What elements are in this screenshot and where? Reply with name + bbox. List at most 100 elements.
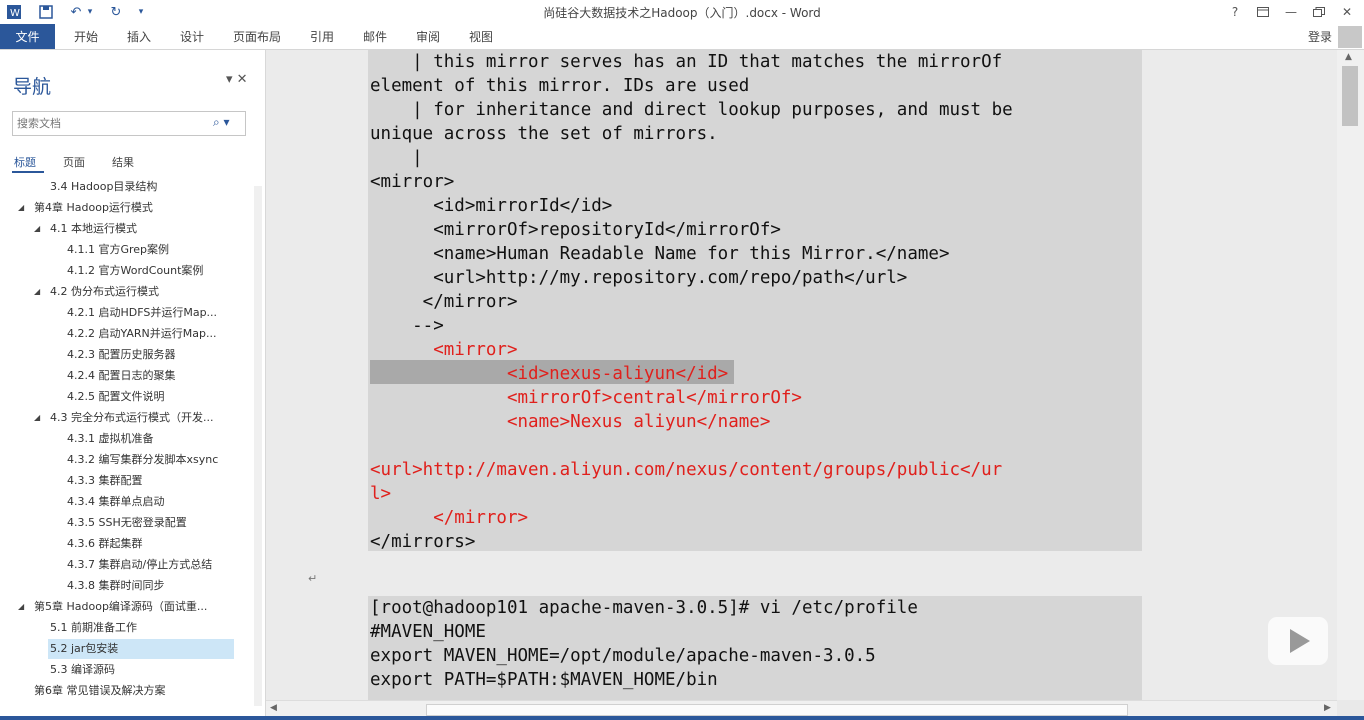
code-line: </mirror> (370, 292, 518, 312)
nav-heading-item[interactable]: ◢ 第4章 Hadoop运行模式 (18, 198, 153, 218)
search-icon[interactable]: ⌕ ▾ (213, 115, 230, 130)
code-line: export PATH=$PATH:$MAVEN_HOME/bin (370, 670, 718, 690)
paragraph-mark: ↵ (308, 572, 318, 585)
code-line: <url>http://my.repository.com/repo/path<… (370, 268, 908, 288)
tab-pages[interactable]: 页面 (63, 154, 85, 170)
code-line: </mirror> (370, 508, 529, 528)
vertical-scrollbar[interactable]: ▲ (1337, 50, 1364, 700)
nav-heading-label: 4.3 完全分布式运行模式（开发... (50, 411, 214, 424)
help-icon[interactable]: ? (1222, 2, 1248, 22)
code-line: <name>Human Readable Name for this Mirro… (370, 244, 950, 264)
nav-heading-item[interactable]: 4.3.2 编写集群分发脚本xsync (67, 450, 218, 470)
nav-heading-label: 5.1 前期准备工作 (50, 621, 137, 634)
nav-heading-item[interactable]: 5.1 前期准备工作 (50, 618, 137, 638)
tab-insert[interactable]: 插入 (127, 28, 151, 45)
collapse-arrow-icon[interactable]: ◢ (34, 219, 40, 239)
code-line: unique across the set of mirrors. (370, 124, 718, 144)
nav-heading-label: 3.4 Hadoop目录结构 (50, 180, 158, 193)
hscroll-thumb[interactable] (426, 704, 1128, 716)
nav-heading-item[interactable]: 4.1.1 官方Grep案例 (67, 240, 169, 260)
play-button[interactable] (1268, 617, 1328, 665)
code-line: <id>nexus-aliyun</id> (370, 364, 729, 384)
tab-view[interactable]: 视图 (469, 28, 493, 45)
nav-heading-label: 4.2 伪分布式运行模式 (50, 285, 159, 298)
nav-heading-label: 4.2.2 启动YARN并运行Map... (67, 327, 217, 340)
code-line: l> (370, 484, 392, 504)
tab-results[interactable]: 结果 (112, 154, 134, 170)
nav-heading-item[interactable]: 4.2.1 启动HDFS并运行Map... (67, 303, 217, 323)
nav-heading-item[interactable]: 4.3.4 集群单点启动 (67, 492, 165, 512)
nav-heading-label: 第5章 Hadoop编译源码（面试重... (34, 600, 208, 613)
ribbon-tabs: 文件 开始 插入 设计 页面布局 引用 邮件 审阅 视图 登录 (0, 24, 1364, 50)
title-bar: W ↶ ▾ ↻ ▾ 尚硅谷大数据技术之Hadoop（入门）.docx - Wor… (0, 0, 1364, 25)
sign-in-link[interactable]: 登录 (1308, 28, 1332, 45)
collapse-arrow-icon[interactable]: ◢ (34, 282, 40, 302)
nav-heading-item[interactable]: 5.2 jar包安装 (48, 639, 234, 659)
nav-heading-item[interactable]: 4.2.2 启动YARN并运行Map... (67, 324, 216, 344)
nav-heading-item[interactable]: ◢ 4.3 完全分布式运行模式（开发... (34, 408, 214, 428)
collapse-arrow-icon[interactable]: ◢ (18, 597, 24, 617)
nav-heading-label: 第6章 常见错误及解决方案 (34, 684, 166, 697)
nav-heading-item[interactable]: ◢ 4.1 本地运行模式 (34, 219, 137, 239)
tab-home[interactable]: 开始 (74, 28, 98, 45)
nav-pane-controls[interactable]: ▾ ✕ (226, 72, 248, 87)
scroll-thumb[interactable] (1342, 66, 1358, 126)
nav-heading-item[interactable]: 4.3.5 SSH无密登录配置 (67, 513, 187, 533)
tab-page-layout[interactable]: 页面布局 (233, 28, 281, 45)
tab-design[interactable]: 设计 (180, 28, 204, 45)
nav-heading-item[interactable]: 第6章 常见错误及解决方案 (34, 681, 166, 701)
restore-icon[interactable] (1306, 2, 1332, 22)
collapse-arrow-icon[interactable]: ◢ (34, 408, 40, 428)
nav-heading-item[interactable]: 4.3.3 集群配置 (67, 471, 143, 491)
nav-heading-item[interactable]: 4.3.1 虚拟机准备 (67, 429, 154, 449)
nav-heading-item[interactable]: 3.4 Hadoop目录结构 (50, 177, 157, 197)
code-line: #MAVEN_HOME (370, 622, 486, 642)
tab-file[interactable]: 文件 (0, 24, 55, 49)
nav-heading-item[interactable]: 4.2.5 配置文件说明 (67, 387, 165, 407)
tab-references[interactable]: 引用 (310, 28, 334, 45)
code-line: | for inheritance and direct lookup purp… (370, 100, 1013, 120)
nav-heading-label: 4.3.5 SSH无密登录配置 (67, 516, 187, 529)
nav-heading-label: 5.2 jar包安装 (50, 642, 119, 655)
nav-heading-label: 4.2.1 启动HDFS并运行Map... (67, 306, 218, 319)
nav-heading-item[interactable]: 5.3 编译源码 (50, 660, 115, 680)
nav-heading-item[interactable]: 4.2.3 配置历史服务器 (67, 345, 176, 365)
collapse-arrow-icon[interactable]: ◢ (18, 198, 24, 218)
nav-heading-label: 4.3.1 虚拟机准备 (67, 432, 154, 445)
navigation-pane: 导航 ▾ ✕ ⌕ ▾ 标题 页面 结果 3.4 Hadoop目录结构 ◢ 第4章 H… (0, 50, 266, 720)
nav-heading-label: 第4章 Hadoop运行模式 (34, 201, 153, 214)
scroll-up-icon[interactable]: ▲ (1345, 52, 1352, 62)
minimize-icon[interactable]: — (1278, 2, 1304, 22)
scroll-right-icon[interactable]: ▶ (1324, 703, 1331, 713)
code-line: --> (370, 316, 444, 336)
close-icon[interactable]: ✕ (1334, 2, 1360, 22)
nav-heading-item[interactable]: 4.3.7 集群启动/停止方式总结 (67, 555, 212, 575)
nav-heading-item[interactable]: ◢ 第5章 Hadoop编译源码（面试重... (18, 597, 208, 617)
play-icon (1290, 629, 1310, 653)
nav-heading-item[interactable]: ◢ 4.2 伪分布式运行模式 (34, 282, 159, 302)
nav-heading-item[interactable]: 4.1.2 官方WordCount案例 (67, 261, 203, 281)
search-input[interactable] (17, 115, 207, 131)
ribbon-display-options-icon[interactable] (1250, 2, 1276, 22)
scroll-left-icon[interactable]: ◀ (270, 703, 277, 713)
nav-scrollbar[interactable] (254, 186, 262, 706)
tab-headings[interactable]: 标题 (14, 154, 36, 170)
nav-heading-item[interactable]: 4.3.8 集群时间同步 (67, 576, 165, 596)
code-line: <name>Nexus aliyun</name> (370, 412, 771, 432)
code-line: | this mirror serves has an ID that matc… (370, 52, 1003, 72)
tab-review[interactable]: 审阅 (416, 28, 440, 45)
nav-heading-label: 4.1.1 官方Grep案例 (67, 243, 170, 256)
code-line: export MAVEN_HOME=/opt/module/apache-mav… (370, 646, 876, 666)
avatar[interactable] (1338, 26, 1362, 48)
horizontal-scrollbar[interactable]: ◀ ▶ (266, 700, 1337, 717)
code-line: <mirrorOf>central</mirrorOf> (370, 388, 802, 408)
document-area[interactable]: | this mirror serves has an ID that matc… (266, 50, 1337, 700)
document-title: 尚硅谷大数据技术之Hadoop（入门）.docx - Word (543, 6, 821, 20)
nav-heading-label: 4.1 本地运行模式 (50, 222, 137, 235)
nav-heading-item[interactable]: 4.3.6 群起集群 (67, 534, 143, 554)
tab-mailings[interactable]: 邮件 (363, 28, 387, 45)
nav-heading-item[interactable]: 4.2.4 配置日志的聚集 (67, 366, 176, 386)
nav-heading-label: 4.3.4 集群单点启动 (67, 495, 165, 508)
code-line: [root@hadoop101 apache-maven-3.0.5]# vi … (370, 598, 918, 618)
nav-heading-label: 4.3.2 编写集群分发脚本xsync (67, 453, 219, 466)
